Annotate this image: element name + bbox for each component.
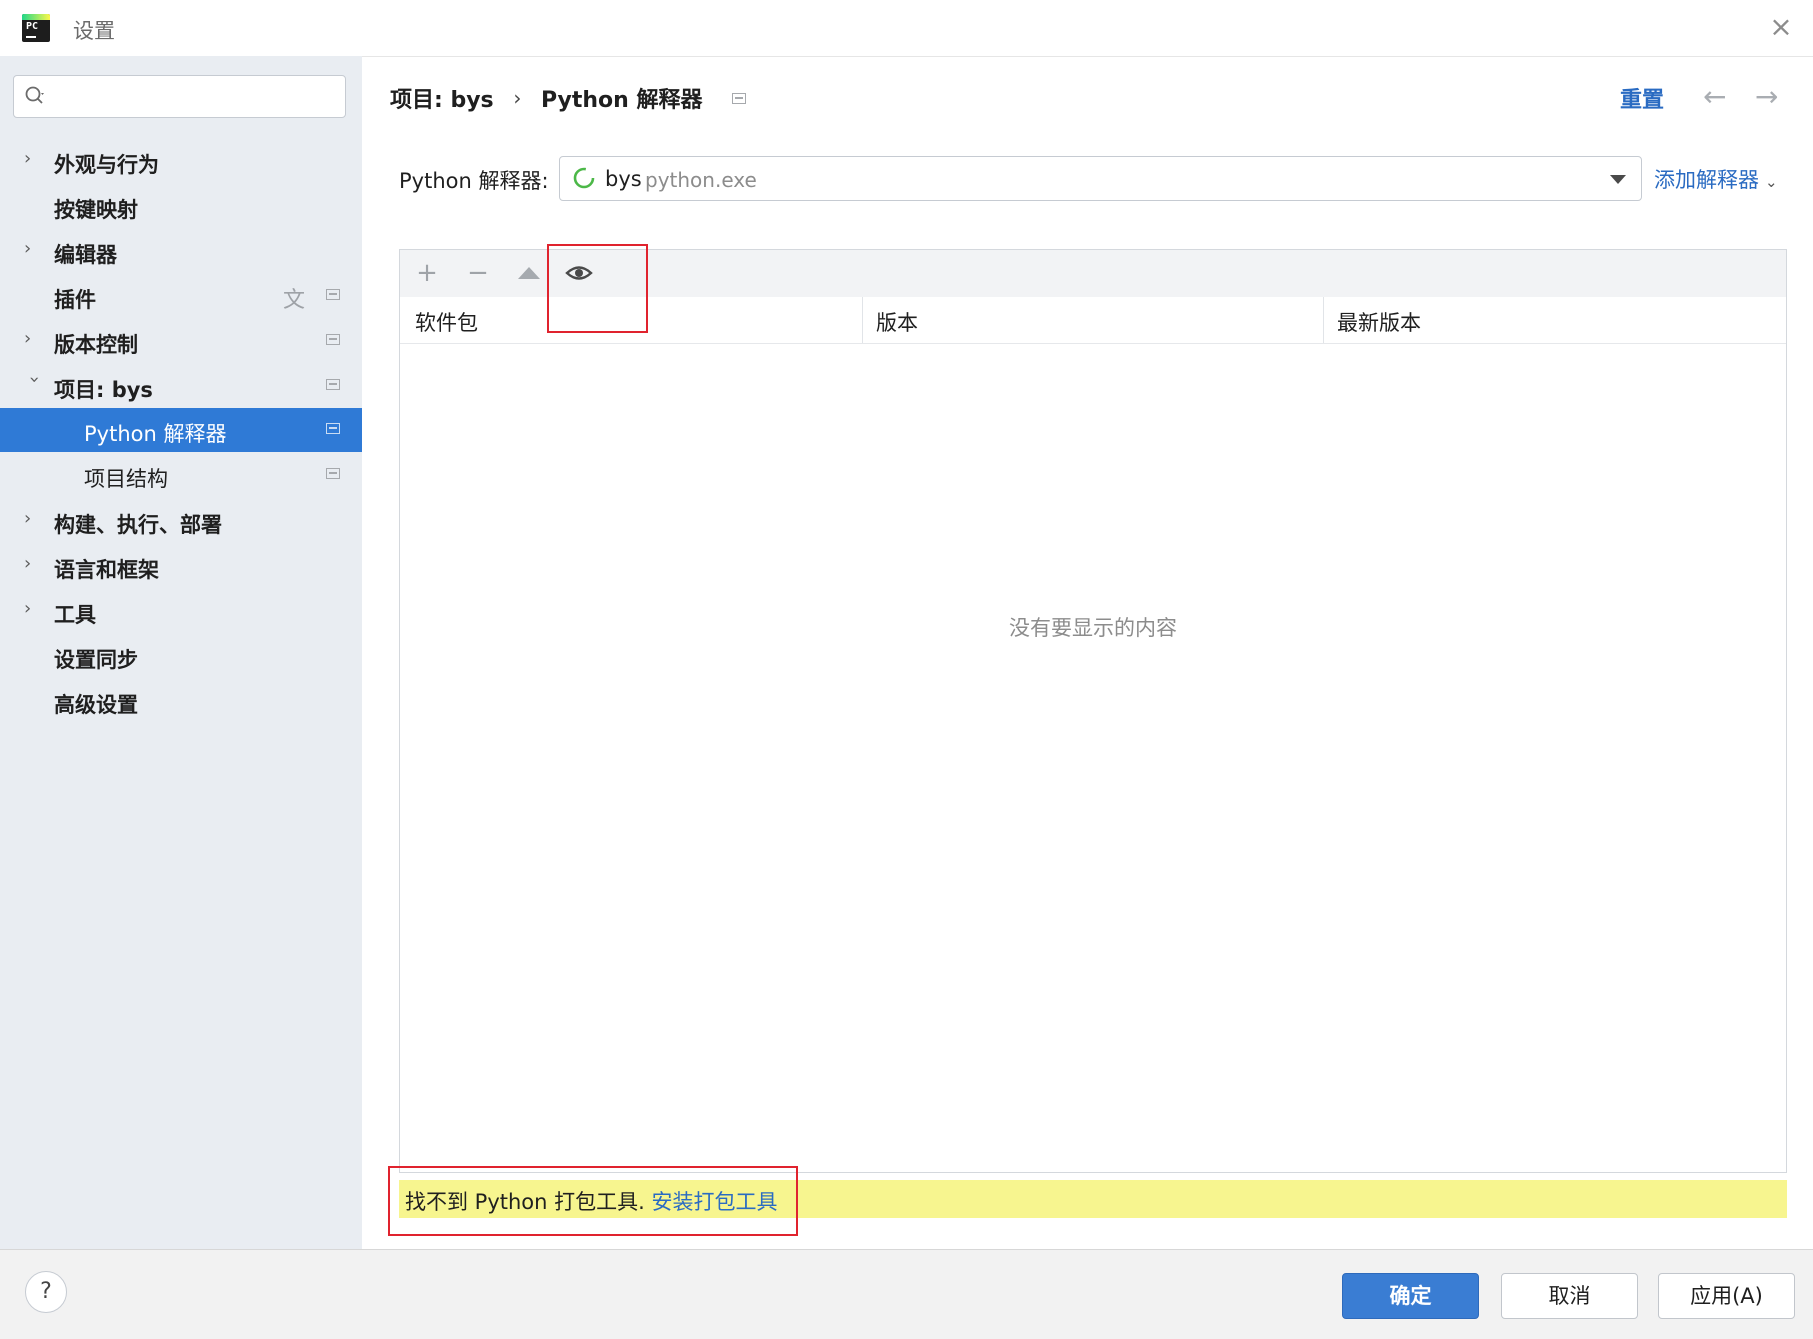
column-divider <box>1323 297 1324 343</box>
sidebar-item-label: 按键映射 <box>54 198 138 222</box>
sidebar-item-label: 设置同步 <box>54 648 138 672</box>
sidebar-item-label: 项目: bys <box>54 378 153 402</box>
forward-arrow-icon[interactable]: → <box>1755 80 1778 113</box>
empty-table-text: 没有要显示的内容 <box>1009 616 1177 640</box>
breadcrumb-project[interactable]: 项目: bys <box>390 82 494 114</box>
sidebar-item-build-execution-deployment[interactable]: › 构建、执行、部署 <box>0 499 362 543</box>
interpreter-path: python.exe <box>645 168 757 192</box>
remove-package-button[interactable]: − <box>463 258 493 288</box>
add-interpreter-link[interactable]: 添加解释器 ⌄ <box>1654 164 1778 194</box>
interpreter-label: Python 解释器: <box>399 169 549 193</box>
sidebar-item-editor[interactable]: › 编辑器 <box>0 229 362 273</box>
breadcrumb: 项目: bys › Python 解释器 <box>390 82 747 114</box>
interpreter-select[interactable]: bys python.exe <box>559 156 1642 201</box>
sidebar-item-label: 插件 <box>54 288 96 312</box>
column-header-latest-version[interactable]: 最新版本 <box>1337 307 1421 337</box>
dropdown-arrow-icon <box>1610 175 1626 184</box>
upgrade-package-button[interactable] <box>514 258 544 288</box>
sidebar-item-project[interactable]: › 项目: bys <box>0 364 362 408</box>
sidebar-item-label: 项目结构 <box>84 467 168 491</box>
sidebar-item-keymap[interactable]: 按键映射 <box>0 184 362 228</box>
sidebar-item-label: 工具 <box>54 603 96 627</box>
add-package-button[interactable]: + <box>412 258 442 288</box>
project-level-icon <box>326 289 340 300</box>
translate-icon: 文 <box>283 288 306 313</box>
title-bar: PC 设置 × <box>0 0 1813 57</box>
upgrade-icon <box>518 267 540 279</box>
sidebar-item-label: 版本控制 <box>54 333 138 357</box>
interpreter-name: bys <box>605 167 642 191</box>
project-level-icon <box>326 334 340 345</box>
project-level-icon <box>326 423 340 434</box>
sidebar-item-settings-sync[interactable]: 设置同步 <box>0 634 362 678</box>
sidebar-item-label: 高级设置 <box>54 693 138 717</box>
sidebar-item-label: Python 解释器 <box>84 422 227 446</box>
annotation-highlight-box <box>547 244 648 333</box>
chevron-down-icon: ⌄ <box>1765 173 1778 191</box>
apply-button[interactable]: 应用(A) <box>1658 1273 1795 1319</box>
column-header-package[interactable]: 软件包 <box>415 307 478 337</box>
back-arrow-icon[interactable]: ← <box>1703 80 1726 113</box>
sidebar-item-project-structure[interactable]: 项目结构 <box>0 453 362 497</box>
column-header-version[interactable]: 版本 <box>876 307 918 337</box>
dialog-footer: ? 确定 取消 应用(A) <box>0 1249 1813 1339</box>
add-interpreter-label: 添加解释器 <box>1654 168 1759 192</box>
settings-search-input[interactable] <box>13 75 346 118</box>
sidebar-item-python-interpreter[interactable]: Python 解释器 <box>0 408 362 452</box>
sidebar-item-languages-frameworks[interactable]: › 语言和框架 <box>0 544 362 588</box>
sidebar-item-appearance[interactable]: › 外观与行为 <box>0 139 362 183</box>
sidebar-item-label: 构建、执行、部署 <box>54 513 222 537</box>
sidebar-item-tools[interactable]: › 工具 <box>0 589 362 633</box>
column-divider <box>862 297 863 343</box>
ok-button[interactable]: 确定 <box>1342 1273 1479 1319</box>
pycharm-logo-icon: PC <box>22 14 50 42</box>
chevron-right-icon: › <box>24 508 32 529</box>
chevron-right-icon: › <box>24 238 32 259</box>
breadcrumb-separator: › <box>513 86 522 110</box>
chevron-down-icon: › <box>24 376 45 384</box>
breadcrumb-current-page: Python 解释器 <box>541 88 703 113</box>
help-button[interactable]: ? <box>25 1271 67 1313</box>
sidebar-item-label: 语言和框架 <box>54 558 159 582</box>
window-title: 设置 <box>73 19 115 43</box>
close-icon[interactable]: × <box>1766 12 1796 42</box>
project-level-icon <box>732 92 747 104</box>
chevron-right-icon: › <box>24 148 32 169</box>
sidebar-item-version-control[interactable]: › 版本控制 <box>0 319 362 363</box>
project-level-icon <box>326 379 340 390</box>
sidebar-item-plugins[interactable]: 插件 文 <box>0 274 362 318</box>
chevron-right-icon: › <box>24 328 32 349</box>
search-icon <box>25 86 44 104</box>
reset-link[interactable]: 重置 <box>1620 82 1664 114</box>
annotation-highlight-box <box>388 1166 798 1236</box>
loading-spinner-icon <box>573 167 595 189</box>
sidebar-item-advanced-settings[interactable]: 高级设置 <box>0 679 362 723</box>
cancel-button[interactable]: 取消 <box>1501 1273 1638 1319</box>
project-level-icon <box>326 468 340 479</box>
sidebar-item-label: 编辑器 <box>54 243 117 267</box>
chevron-right-icon: › <box>24 553 32 574</box>
chevron-right-icon: › <box>24 598 32 619</box>
packages-panel: + − 软件包 版本 最新版本 没有要显示的内容 <box>399 249 1787 1173</box>
sidebar-item-label: 外观与行为 <box>54 153 159 177</box>
